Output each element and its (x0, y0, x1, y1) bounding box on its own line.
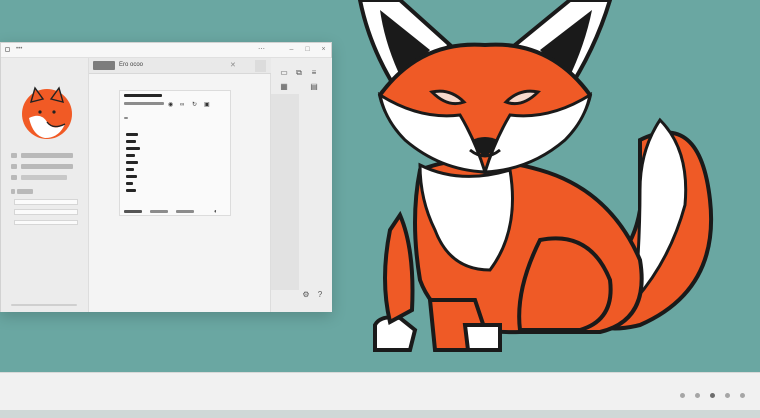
sidebar-footer-line (11, 304, 77, 306)
fox-logo-icon (19, 82, 75, 142)
panel-footer-text (124, 210, 142, 213)
fox-front-paw-left (373, 315, 418, 352)
image-tool-icon[interactable]: ▭ (279, 68, 289, 78)
document-tool-icon[interactable]: ▤ (309, 82, 319, 92)
dock-dot-active[interactable] (710, 393, 715, 398)
minimize-icon[interactable]: – (287, 45, 296, 55)
dock-dot[interactable] (740, 393, 745, 398)
dock-dot[interactable] (725, 393, 730, 398)
list-item[interactable] (126, 154, 135, 157)
list-item[interactable] (126, 189, 136, 192)
sidebar-label (17, 189, 33, 194)
copy-tool-icon[interactable]: ⧉ (294, 68, 304, 78)
help-icon[interactable]: ? (315, 290, 325, 300)
lock-icon[interactable]: ▣ (204, 102, 210, 108)
list-item[interactable] (126, 161, 138, 164)
sidebar-field-1[interactable] (14, 199, 78, 205)
close-icon[interactable]: × (319, 45, 328, 55)
app-title: ••• (16, 46, 23, 52)
grid-tool-icon[interactable]: ▦ (279, 82, 289, 92)
title-bar: ••• ⋯ – □ × (1, 43, 331, 58)
sidebar-bullet (11, 189, 15, 194)
panel-footer-text (176, 210, 194, 213)
sidebar-field-2[interactable] (14, 209, 78, 215)
refresh-icon[interactable]: ↻ (192, 102, 197, 108)
sidebar-item-1[interactable] (11, 153, 17, 158)
sidebar-field-3[interactable] (14, 220, 78, 225)
tools-pane: ▭ ⧉ ≡ ▦ ▤ ⚙ ? (271, 58, 332, 312)
sidebar-item-1-text (21, 153, 73, 158)
sidebar-item-3-text (21, 175, 67, 180)
tab-scroll-button[interactable] (255, 60, 266, 72)
tab-label[interactable]: Ero ocoo (119, 62, 143, 68)
dock-dot[interactable] (680, 393, 685, 398)
list-item[interactable] (126, 168, 134, 171)
tab-active[interactable] (93, 61, 115, 70)
sidebar (1, 58, 89, 312)
sidebar-item-2[interactable] (11, 164, 17, 169)
panel-row-text (124, 102, 164, 105)
content-panel: ◉ ∞ ↻ ▣ ◐ (119, 90, 231, 216)
tab-strip: Ero ocoo ✕ (89, 58, 271, 74)
eye-icon[interactable]: ◉ (168, 102, 173, 108)
fox-front-paw-right (462, 323, 502, 352)
list-tool-icon[interactable]: ≡ (309, 68, 319, 78)
app-menu-icon[interactable] (5, 47, 10, 52)
panel-footer-text (150, 210, 168, 213)
properties-panel (271, 94, 299, 290)
taskbar (0, 372, 760, 410)
link-icon[interactable]: ∞ (180, 102, 184, 108)
main-pane: Ero ocoo ✕ ◉ ∞ ↻ ▣ ◐ (89, 58, 271, 312)
settings-icon[interactable]: ⋯ (257, 45, 266, 55)
list-item[interactable] (126, 147, 140, 150)
settings-icon[interactable]: ⚙ (301, 290, 311, 300)
fox-front-leg-left (383, 210, 415, 326)
sidebar-item-2-text (21, 164, 73, 169)
list-item[interactable] (126, 133, 138, 136)
list-item[interactable] (126, 175, 137, 178)
list-item[interactable] (126, 140, 136, 143)
dock-dot[interactable] (695, 393, 700, 398)
panel-header-bar (124, 94, 162, 97)
app-window: ••• ⋯ – □ × Ero ocoo ✕ ◉ ∞ ↻ ▣ ◐ ▭ ⧉ ≡ ▦… (0, 42, 332, 312)
fox-illustration (357, 0, 714, 352)
list-bullet (124, 117, 128, 119)
list-item[interactable] (126, 182, 133, 185)
sidebar-item-3[interactable] (11, 175, 17, 180)
tab-close-icon[interactable]: ✕ (230, 61, 236, 69)
more-icon[interactable]: ◐ (214, 209, 218, 215)
maximize-icon[interactable]: □ (303, 45, 312, 55)
screen-bottom-edge (0, 410, 760, 418)
